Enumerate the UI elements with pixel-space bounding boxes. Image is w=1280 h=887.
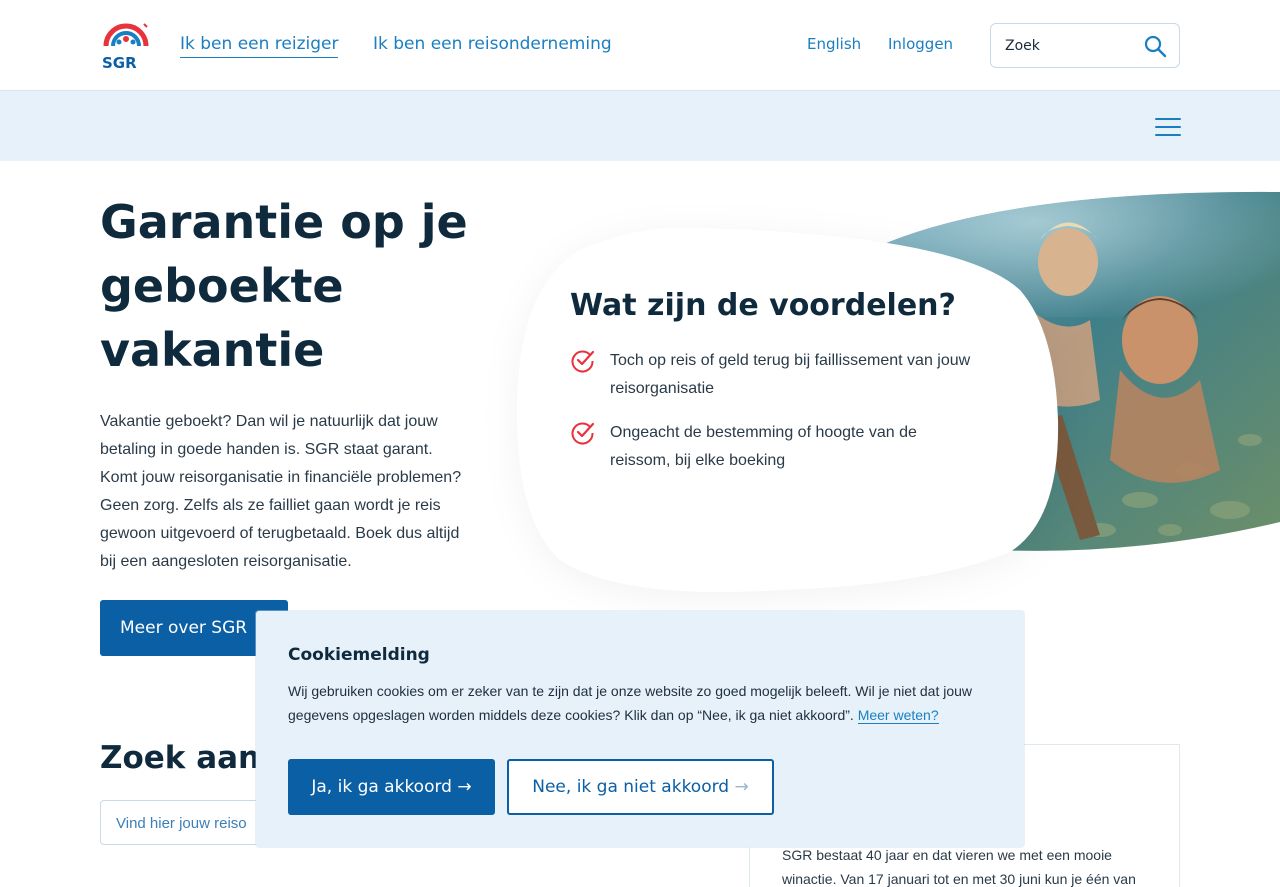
secondary-menu-bar xyxy=(0,90,1280,161)
check-circle-icon xyxy=(571,422,595,445)
benefit-item: Toch op reis of geld terug bij faillisse… xyxy=(570,347,980,403)
cookie-title: Cookiemelding xyxy=(288,645,430,665)
accept-label: Ja, ik ga akkoord xyxy=(311,777,452,797)
search-box xyxy=(990,23,1180,68)
benefit-item: Ongeacht de bestemming of hoogte van de … xyxy=(570,419,980,475)
search-input[interactable] xyxy=(1005,35,1135,57)
nav-reisonderneming[interactable]: Ik ben een reisonderneming xyxy=(373,34,612,54)
decline-cookies-button[interactable]: Nee, ik ga niet akkoord → xyxy=(507,759,774,815)
logo-text: SGR xyxy=(102,54,137,70)
hero-intro-text: Vakantie geboekt? Dan wil je natuurlijk … xyxy=(100,413,462,570)
decline-label: Nee, ik ga niet akkoord xyxy=(532,777,730,797)
arrow-right-icon: → xyxy=(734,777,749,797)
sgr-logo[interactable]: SGR xyxy=(100,22,154,70)
check-circle-icon xyxy=(571,350,595,373)
benefit-text: Ongeacht de bestemming of hoogte van de … xyxy=(610,424,917,469)
news-text: SGR bestaat 40 jaar en dat vieren we met… xyxy=(782,847,1136,887)
cookie-text: Wij gebruiken cookies om er zeker van te… xyxy=(288,679,988,727)
search-icon[interactable] xyxy=(1143,34,1167,58)
organisation-search-title: Zoek aang xyxy=(100,740,283,776)
cookie-banner: Cookiemelding Wij gebruiken cookies om e… xyxy=(256,611,1024,847)
benefits-title: Wat zijn de voordelen? xyxy=(570,288,956,323)
page-title: Garantie op je geboekte vakantie xyxy=(100,195,468,377)
top-navigation: SGR Ik ben een reiziger Ik ben een reiso… xyxy=(0,0,1280,90)
more-info-link[interactable]: Meer weten? xyxy=(857,707,939,724)
login-link[interactable]: Inloggen xyxy=(888,35,953,53)
arrow-right-icon: → xyxy=(457,777,472,797)
accept-cookies-button[interactable]: Ja, ik ga akkoord → xyxy=(288,759,495,815)
benefit-text: Toch op reis of geld terug bij faillisse… xyxy=(610,352,971,397)
language-link[interactable]: English xyxy=(807,35,861,53)
hamburger-menu-icon[interactable] xyxy=(1155,118,1181,136)
benefits-card: Wat zijn de voordelen? Toch op reis of g… xyxy=(570,288,990,491)
nav-reiziger[interactable]: Ik ben een reiziger xyxy=(180,34,339,58)
